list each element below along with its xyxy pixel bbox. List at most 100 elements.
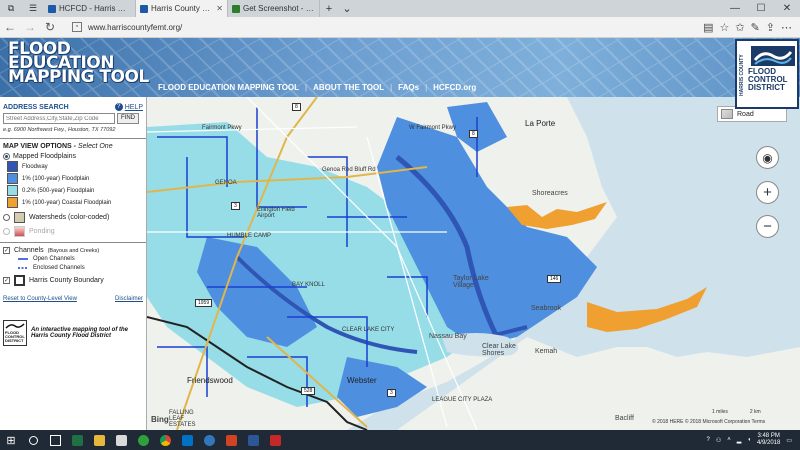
new-tab-button[interactable]: + xyxy=(320,0,338,17)
pen-icon[interactable]: ✎ xyxy=(751,21,760,34)
more-icon[interactable]: ⋯ xyxy=(781,21,792,34)
zoom-in-button[interactable]: + xyxy=(756,181,779,204)
find-button[interactable]: FIND xyxy=(117,113,139,124)
volume-icon[interactable]: ◖ xyxy=(747,437,751,443)
minimize-icon[interactable]: — xyxy=(722,0,748,17)
channels-checkbox[interactable]: ✓ xyxy=(3,247,10,254)
ponding-option[interactable]: Ponding xyxy=(3,226,143,237)
boundary-label: Harris County Boundary xyxy=(29,277,104,284)
map-view-options-title: MAP VIEW OPTIONS - Select One xyxy=(3,143,143,150)
legend-label: 1% (100-year) Coastal Floodplain xyxy=(22,199,112,206)
cortana-icon[interactable] xyxy=(22,430,44,450)
back-icon[interactable]: ← xyxy=(0,20,20,34)
sidebar: ADDRESS SEARCH ? HELP FIND e.g. 6900 Nor… xyxy=(0,97,147,430)
browser-tab-2[interactable]: Harris County Flood Edu ✕ xyxy=(136,0,228,17)
tab-list-icon[interactable]: ☰ xyxy=(22,0,44,17)
legend-swatch xyxy=(7,173,18,184)
chrome-icon[interactable] xyxy=(154,430,176,450)
enclosed-channels-legend: Enclosed Channels xyxy=(17,264,143,272)
url-field[interactable]: ▫ www.harriscountyfemt.org/ xyxy=(72,20,632,35)
map-label: W Fairmont Pkwy xyxy=(409,125,457,131)
window-controls: — ☐ ✕ xyxy=(722,0,800,17)
mapped-floodplains-label: Mapped Floodplains xyxy=(13,153,77,160)
refresh-icon[interactable]: ↻ xyxy=(40,20,60,34)
clock[interactable]: 3:48 PM 4/9/2018 xyxy=(757,433,780,447)
hcfcd-mini-logo: FLOOD CONTROL DISTRICT xyxy=(3,320,27,346)
nav-home[interactable]: FLOOD EDUCATION MAPPING TOOL xyxy=(158,83,299,92)
address-search-input[interactable] xyxy=(3,113,115,124)
nav-about[interactable]: ABOUT THE TOOL xyxy=(313,83,384,92)
map-label: Webster xyxy=(347,376,377,385)
channels-sub-label: (Bayous and Creeks) xyxy=(47,247,100,254)
ponding-radio[interactable] xyxy=(3,228,10,235)
help-tray-icon[interactable]: ? xyxy=(706,437,709,443)
maximize-icon[interactable]: ☐ xyxy=(748,0,774,17)
map-label: Kemah xyxy=(535,348,558,355)
zoom-out-button[interactable]: − xyxy=(756,215,779,238)
network-icon[interactable]: ▂ xyxy=(737,437,742,444)
sidebar-footer: FLOOD CONTROL DISTRICT An interactive ma… xyxy=(3,320,143,346)
mapped-floodplains-option[interactable]: Mapped Floodplains xyxy=(3,153,143,160)
excel-icon[interactable] xyxy=(66,430,88,450)
mapped-floodplains-radio[interactable] xyxy=(3,153,10,160)
forward-icon[interactable]: → xyxy=(20,20,40,34)
windows-start-icon[interactable]: ⊞ xyxy=(0,430,22,450)
disclaimer-link[interactable]: Disclaimer xyxy=(115,296,143,302)
hcfcd-logo-badge[interactable]: HARRIS COUNTY FLOOD CONTROL DISTRICT xyxy=(735,39,799,109)
legend-swatch xyxy=(7,197,18,208)
nav-separator: | xyxy=(305,83,308,92)
people-icon[interactable]: ⚇ xyxy=(716,437,721,444)
edge-icon[interactable] xyxy=(198,430,220,450)
scale-miles: 1 miles xyxy=(712,409,728,415)
close-tab-icon[interactable]: ✕ xyxy=(216,4,223,13)
watersheds-option[interactable]: Watersheds (color-coded) xyxy=(3,212,143,223)
channels-option[interactable]: ✓ Channels (Bayous and Creeks) xyxy=(3,247,143,254)
share-icon[interactable]: ⇪ xyxy=(766,21,775,34)
route-shield: 3 xyxy=(387,389,396,397)
favicon-icon xyxy=(140,4,148,13)
browser-address-bar: ← → ↻ ▫ www.harriscountyfemt.org/ ▤ ☆ ✩ … xyxy=(0,17,800,38)
address-search-header: ADDRESS SEARCH ? HELP xyxy=(3,103,143,111)
open-channels-legend: Open Channels xyxy=(17,255,143,263)
address-search-row: FIND xyxy=(3,113,143,124)
nav-faqs[interactable]: FAQs xyxy=(398,83,419,92)
help-link[interactable]: ? HELP xyxy=(114,103,143,111)
word-icon[interactable] xyxy=(242,430,264,450)
red-app-icon[interactable] xyxy=(264,430,286,450)
clock-date: 4/9/2018 xyxy=(756,440,781,446)
legend-label: 0.2% (500-year) Floodplain xyxy=(22,187,95,194)
tab-title: Harris County Flood Edu xyxy=(151,4,214,13)
boundary-option[interactable]: ✓ Harris County Boundary xyxy=(3,275,143,286)
xbox-icon[interactable] xyxy=(132,430,154,450)
map-label: Clear Lake Shores xyxy=(482,343,516,357)
powerpoint-icon[interactable] xyxy=(220,430,242,450)
map-canvas[interactable] xyxy=(147,97,800,430)
tab-preview-icon[interactable]: ⧉ xyxy=(0,0,22,17)
nav-hcfcd[interactable]: HCFCD.org xyxy=(433,83,476,92)
browser-tab-3[interactable]: Get Screenshot - Microsoft xyxy=(228,0,320,17)
notifications-icon[interactable]: ▭ xyxy=(786,437,792,444)
task-view-icon[interactable] xyxy=(44,430,66,450)
store-icon[interactable] xyxy=(110,430,132,450)
close-window-icon[interactable]: ✕ xyxy=(774,0,800,17)
watersheds-radio[interactable] xyxy=(3,214,10,221)
file-explorer-icon[interactable] xyxy=(88,430,110,450)
flood-map[interactable]: Fairmont Pkwy W Fairmont Pkwy La Porte G… xyxy=(147,97,800,430)
reading-view-icon[interactable]: ▤ xyxy=(703,21,713,34)
map-label: Shoreacres xyxy=(532,190,568,197)
site-logo[interactable]: FLOOD EDUCATION MAPPING TOOL xyxy=(8,41,149,86)
favorites-hub-icon[interactable]: ✩ xyxy=(735,21,744,34)
nav-separator: | xyxy=(390,83,393,92)
outlook-icon[interactable] xyxy=(176,430,198,450)
windows-taskbar: ⊞ ? ⚇ ˄ ▂ ◖ 3:48 PM 4/9/2018 ▭ xyxy=(0,430,800,450)
reset-county-link[interactable]: Reset to County-Level View xyxy=(3,296,77,302)
locate-me-button[interactable]: ◉ xyxy=(756,146,779,169)
chevron-up-icon[interactable]: ˄ xyxy=(727,437,731,443)
map-label: BAY KNOLL xyxy=(292,282,325,288)
boundary-checkbox[interactable]: ✓ xyxy=(3,277,10,284)
browser-tab-1[interactable]: HCFCD - Harris County Floo xyxy=(44,0,136,17)
favorite-star-icon[interactable]: ☆ xyxy=(719,21,729,34)
footer-tagline: An interactive mapping tool of the Harri… xyxy=(31,327,128,339)
route-shield: 528 xyxy=(301,387,316,395)
tab-menu-chevron-icon[interactable]: ⌄ xyxy=(338,0,356,17)
